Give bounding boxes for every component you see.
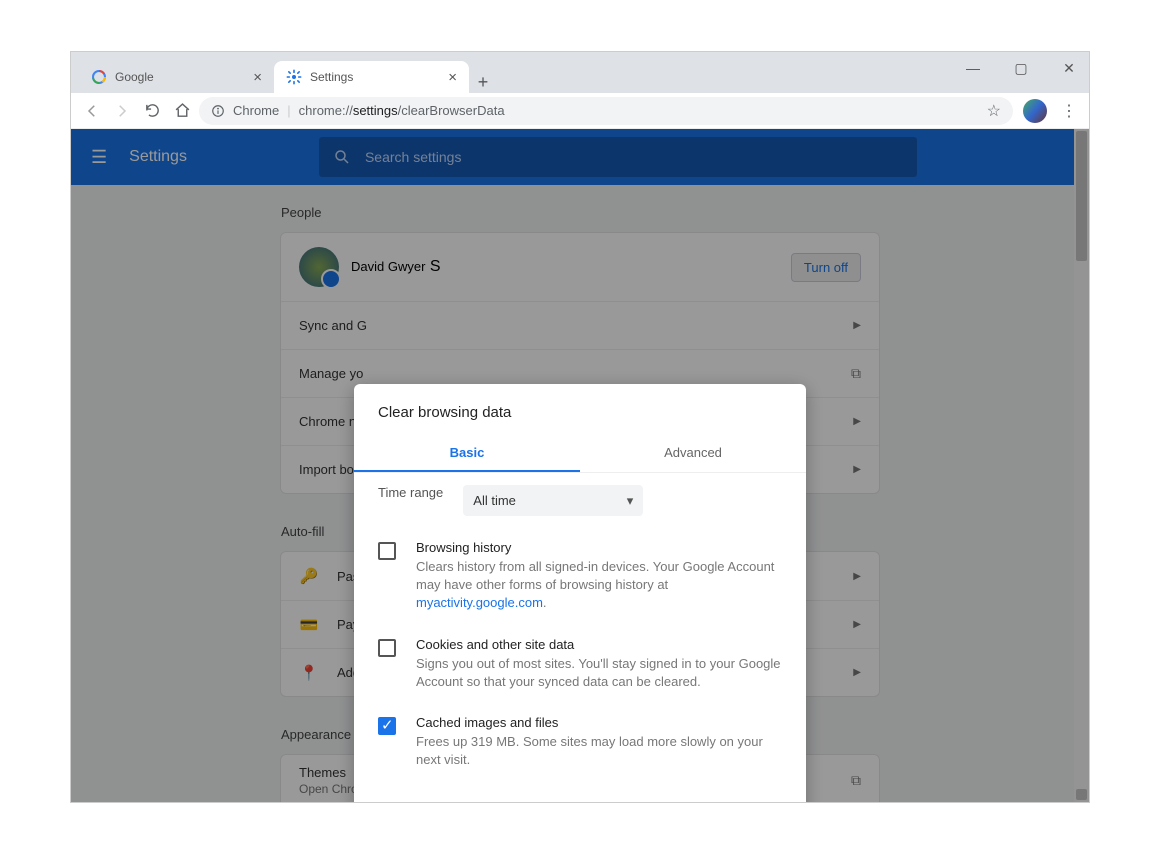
checkbox-history[interactable] xyxy=(378,542,396,560)
option-desc: Signs you out of most sites. You'll stay… xyxy=(416,655,782,691)
address-bar[interactable]: Chrome | chrome://settings/clearBrowserD… xyxy=(199,97,1013,125)
settings-gear-icon xyxy=(286,69,302,85)
option-title: Cached images and files xyxy=(416,715,782,730)
profile-avatar[interactable] xyxy=(1023,99,1047,123)
time-range-row: Time range All time xyxy=(354,473,806,528)
tab-settings[interactable]: Settings × xyxy=(274,61,469,93)
tab-basic[interactable]: Basic xyxy=(354,435,580,472)
url-chip: Chrome xyxy=(233,103,279,118)
clear-browsing-dialog: Clear browsing data Basic Advanced Time … xyxy=(354,384,806,802)
tab-title: Google xyxy=(115,70,154,84)
reload-button[interactable] xyxy=(139,98,165,124)
home-button[interactable] xyxy=(169,98,195,124)
minimize-button[interactable]: — xyxy=(959,58,987,78)
tab-google[interactable]: Google × xyxy=(79,61,274,93)
new-tab-button[interactable]: + xyxy=(469,72,497,93)
google-icon xyxy=(91,69,107,85)
back-button[interactable] xyxy=(79,98,105,124)
dialog-title: Clear browsing data xyxy=(354,404,806,421)
tab-title: Settings xyxy=(310,70,353,84)
bookmark-star-icon[interactable]: ☆ xyxy=(987,101,1001,121)
option-cache: Cached images and files Frees up 319 MB.… xyxy=(354,703,806,781)
checkbox-cookies[interactable] xyxy=(378,639,396,657)
option-title: Cookies and other site data xyxy=(416,637,782,652)
option-desc: Clears history from all signed-in device… xyxy=(416,558,782,613)
option-browsing-history: Browsing history Clears history from all… xyxy=(354,528,806,625)
url-text: chrome://settings/clearBrowserData xyxy=(299,103,505,118)
time-range-label: Time range xyxy=(378,485,443,500)
myactivity-link[interactable]: myactivity.google.com xyxy=(416,595,543,610)
tab-advanced[interactable]: Advanced xyxy=(580,435,806,472)
window-controls: — ▢ ✕ xyxy=(959,58,1083,78)
content-area: ☰ Settings Search settings People David … xyxy=(71,129,1089,802)
menu-button[interactable]: ⋮ xyxy=(1057,101,1081,121)
option-cookies: Cookies and other site data Signs you ou… xyxy=(354,625,806,703)
chrome-window: — ▢ ✕ Google × Settings × + Chrome | xyxy=(70,51,1090,803)
site-info-icon[interactable] xyxy=(211,104,225,118)
close-tab-icon[interactable]: × xyxy=(253,69,262,86)
forward-button[interactable] xyxy=(109,98,135,124)
dialog-tabs: Basic Advanced xyxy=(354,435,806,473)
time-range-select[interactable]: All time xyxy=(463,485,643,516)
option-title: Browsing history xyxy=(416,540,782,555)
close-window-button[interactable]: ✕ xyxy=(1055,58,1083,78)
option-desc: Frees up 319 MB. Some sites may load mor… xyxy=(416,733,782,769)
checkbox-cache[interactable] xyxy=(378,717,396,735)
close-tab-icon[interactable]: × xyxy=(448,69,457,86)
maximize-button[interactable]: ▢ xyxy=(1007,58,1035,78)
toolbar: Chrome | chrome://settings/clearBrowserD… xyxy=(71,93,1089,129)
tab-strip: Google × Settings × + xyxy=(71,59,1089,93)
